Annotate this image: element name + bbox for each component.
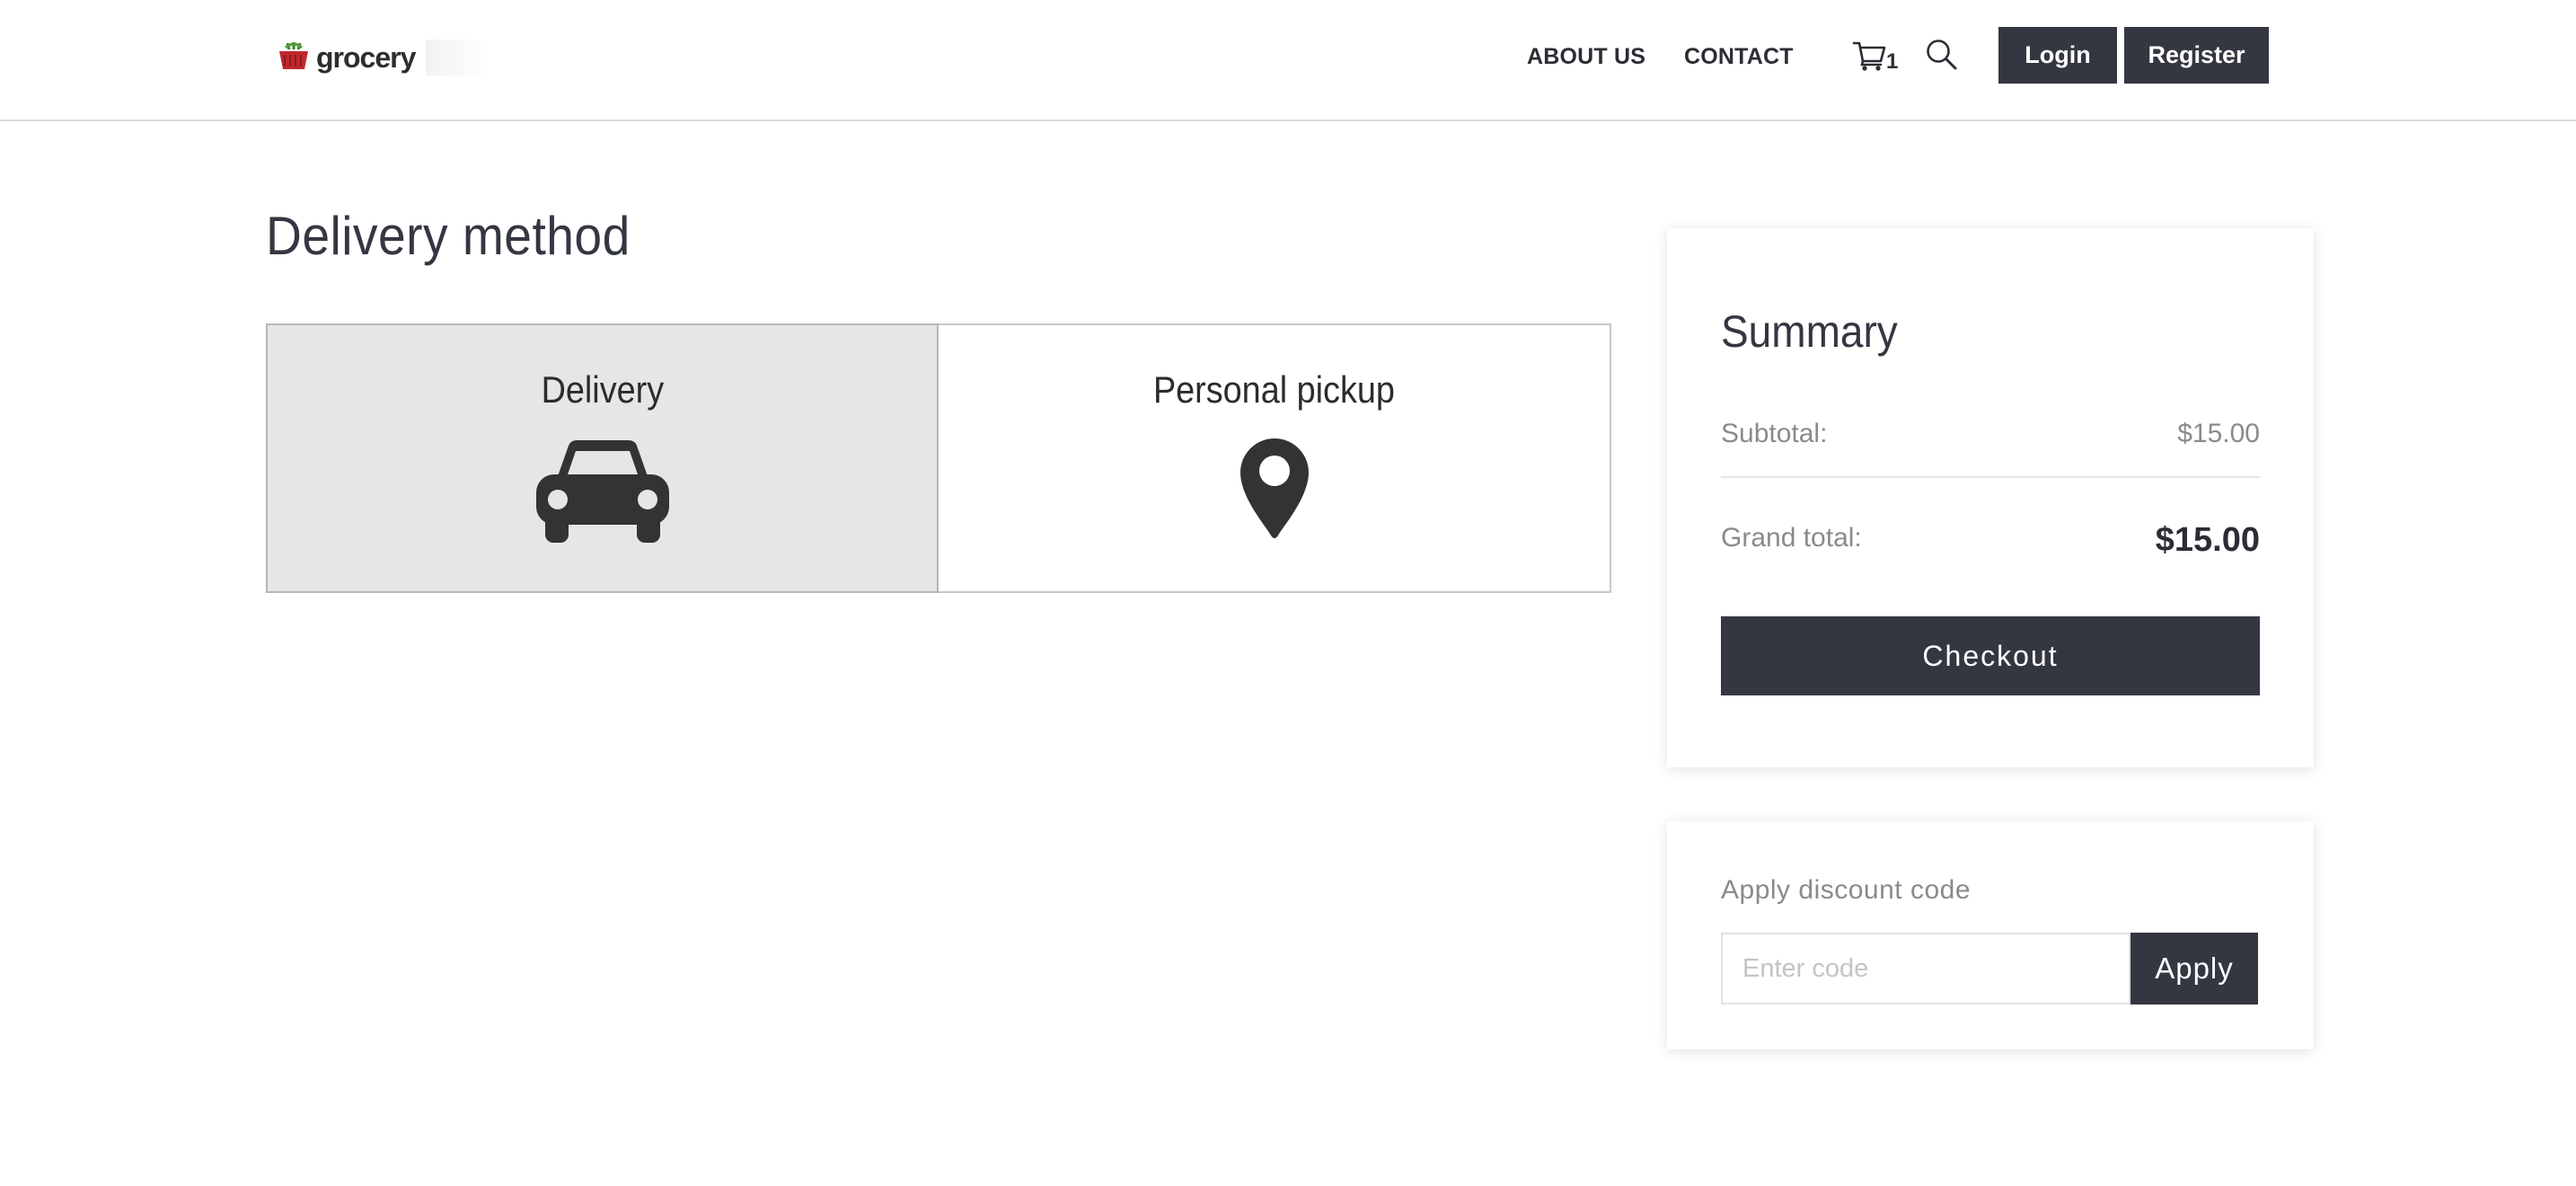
- subtotal-value: $15.00: [2177, 419, 2260, 448]
- search-button[interactable]: [1925, 38, 1959, 76]
- summary-title: Summary: [1721, 306, 1898, 357]
- logo-text: grocery: [316, 40, 416, 74]
- delivery-option-label: Delivery: [541, 368, 664, 411]
- discount-code-input[interactable]: [1721, 933, 2130, 1005]
- summary-divider: [1721, 476, 2260, 478]
- grand-total-value: $15.00: [2155, 521, 2260, 559]
- subtotal-label: Subtotal:: [1721, 419, 1828, 448]
- search-icon: [1925, 40, 1959, 75]
- grand-total-label: Grand total:: [1721, 523, 1862, 553]
- cart-button[interactable]: 1: [1852, 40, 1898, 76]
- logo-placeholder: [426, 40, 490, 75]
- personal-pickup-option-label: Personal pickup: [1153, 368, 1395, 411]
- delivery-option[interactable]: Delivery: [266, 323, 939, 593]
- login-button[interactable]: Login: [1998, 27, 2117, 84]
- car-icon: [535, 438, 669, 547]
- cart-icon: [1852, 40, 1886, 76]
- summary-card: Summary Subtotal: $15.00 Grand total: $1…: [1667, 228, 2314, 767]
- delivery-method-selector: Delivery Personal pickup: [266, 323, 1611, 593]
- discount-title: Apply discount code: [1721, 875, 1972, 905]
- checkout-button[interactable]: Checkout: [1721, 616, 2260, 695]
- cart-count-badge: 1: [1886, 49, 1899, 74]
- site-header: grocery ABOUT US CONTACT 1 Login Registe…: [0, 0, 2576, 121]
- nav-contact[interactable]: CONTACT: [1684, 44, 1794, 70]
- register-button[interactable]: Register: [2124, 27, 2269, 84]
- logo-link[interactable]: grocery: [277, 40, 490, 75]
- discount-card: Apply discount code Apply: [1667, 821, 2314, 1049]
- personal-pickup-option[interactable]: Personal pickup: [939, 323, 1611, 593]
- page-title: Delivery method: [266, 206, 631, 266]
- apply-discount-button[interactable]: Apply: [2130, 933, 2258, 1005]
- basket-icon: [277, 40, 311, 75]
- map-marker-icon: [1239, 438, 1309, 544]
- nav-about-us[interactable]: ABOUT US: [1527, 44, 1645, 70]
